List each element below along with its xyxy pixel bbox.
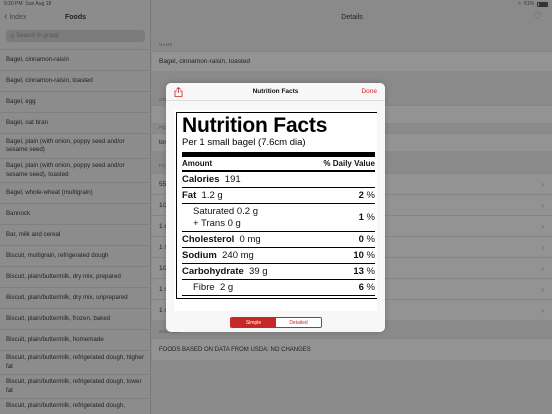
list-item[interactable]: Biscuit, plain/buttermilk, frozen, baked xyxy=(0,308,151,329)
modal-nav-bar: Nutrition Facts Done xyxy=(166,83,385,101)
portion-section-label: PO xyxy=(159,125,166,130)
battery-percent: 61% xyxy=(523,1,534,7)
status-bar: 9:20 PM Sun Aug 18 ≈ 61% xyxy=(0,0,552,9)
fibre-row: Fibre 2 g 6 % xyxy=(182,280,375,296)
chevron-right-icon: › xyxy=(541,221,544,231)
list-item[interactable]: Biscuit, plain/buttermilk, refrigerated … xyxy=(0,350,151,374)
chevron-right-icon: › xyxy=(541,305,544,315)
search-input[interactable]: ⚲ Search in group xyxy=(6,30,145,42)
list-item[interactable]: Bagel, cinnamon-raisin xyxy=(0,49,151,70)
nutrition-header: Amount % Daily Value xyxy=(182,157,375,172)
chevron-right-icon: › xyxy=(541,242,544,252)
foods-section-label: FO xyxy=(159,163,166,168)
heart-icon[interactable]: ♡ xyxy=(533,11,542,22)
view-mode-segmented-control: Simple Detailed xyxy=(230,317,322,328)
sidebar-nav-bar: ‹ Index Foods xyxy=(0,9,151,29)
source-row: FOODS BASED ON DATA FROM USDA: NO CHANGE… xyxy=(152,338,552,360)
status-right: ≈ 61% xyxy=(518,1,548,7)
list-item[interactable]: Bagel, plain (with onion, poppy seed and… xyxy=(0,158,151,182)
search-placeholder: Search in group xyxy=(16,33,59,39)
calories-row: Calories 191 xyxy=(182,172,375,188)
search-icon: ⚲ xyxy=(10,33,15,40)
serving-size: Per 1 small bagel (7.6cm dia) xyxy=(182,137,375,157)
list-item[interactable]: Bagel, whole-wheat (multigrain) xyxy=(0,182,151,203)
modal-title: Nutrition Facts xyxy=(252,88,299,95)
list-item[interactable]: Biscuit, plain/buttermilk, refrigerated … xyxy=(0,374,151,398)
list-item[interactable]: Biscuit, plain/buttermilk, refrigerated … xyxy=(0,398,151,414)
chevron-right-icon: › xyxy=(541,263,544,273)
cholesterol-row: Cholesterol 0 mg 0 % xyxy=(182,232,375,248)
carbohydrate-row: Carbohydrate 39 g 13 % xyxy=(182,264,375,280)
daily-value-header: % Daily Value xyxy=(323,159,375,168)
wifi-icon: ≈ xyxy=(518,1,521,7)
amount-header: Amount xyxy=(182,159,213,168)
food-list: Bagel, cinnamon-raisin Bagel, cinnamon-r… xyxy=(0,49,151,414)
detail-title: Details xyxy=(341,14,363,21)
sidebar: ‹ Index Foods ⚲ Search in group Bagel, c… xyxy=(0,0,151,414)
chevron-right-icon: › xyxy=(541,200,544,210)
done-button[interactable]: Done xyxy=(361,88,377,95)
name-row: Bagel, cinnamon-raisin, toasted xyxy=(152,51,552,71)
segment-simple[interactable]: Simple xyxy=(231,318,276,327)
nutrition-panel: Nutrition Facts Per 1 small bagel (7.6cm… xyxy=(174,110,377,311)
list-item[interactable]: Bagel, plain (with onion, poppy seed and… xyxy=(0,133,151,158)
sodium-row: Sodium 240 mg 10 % xyxy=(182,248,375,264)
segment-detailed[interactable]: Detailed xyxy=(276,318,321,327)
sidebar-title: Foods xyxy=(65,14,86,21)
list-item[interactable]: Bagel, egg xyxy=(0,91,151,112)
list-item[interactable]: Biscuit, plain/buttermilk, homemade xyxy=(0,329,151,350)
list-item[interactable]: Biscuit, plain/buttermilk, dry mix, unpr… xyxy=(0,287,151,308)
fat-row: Fat 1.2 g 2 % xyxy=(182,188,375,204)
list-item[interactable]: Biscuit, plain/buttermilk, dry mix, prep… xyxy=(0,266,151,287)
status-time: 9:20 PM Sun Aug 18 xyxy=(4,1,52,7)
list-item[interactable]: Bar, milk and cereal xyxy=(0,224,151,245)
list-item[interactable]: Biscuit, multigrain, refrigerated dough xyxy=(0,245,151,266)
nutrition-modal: Nutrition Facts Done Nutrition Facts Per… xyxy=(166,83,385,332)
chevron-right-icon: › xyxy=(541,179,544,189)
saturated-trans-row: Saturated 0.2 g + Trans 0 g 1 % xyxy=(182,204,375,232)
list-item[interactable]: Bagel, oat bran xyxy=(0,112,151,133)
nutrition-label: Nutrition Facts Per 1 small bagel (7.6cm… xyxy=(176,112,377,299)
battery-icon xyxy=(537,1,548,7)
list-item[interactable]: Bagel, cinnamon-raisin, toasted xyxy=(0,70,151,91)
name-section-label: NAME xyxy=(159,42,173,47)
list-item[interactable]: Bannock xyxy=(0,203,151,224)
chevron-right-icon: › xyxy=(541,284,544,294)
nutrition-label-title: Nutrition Facts xyxy=(182,114,328,137)
